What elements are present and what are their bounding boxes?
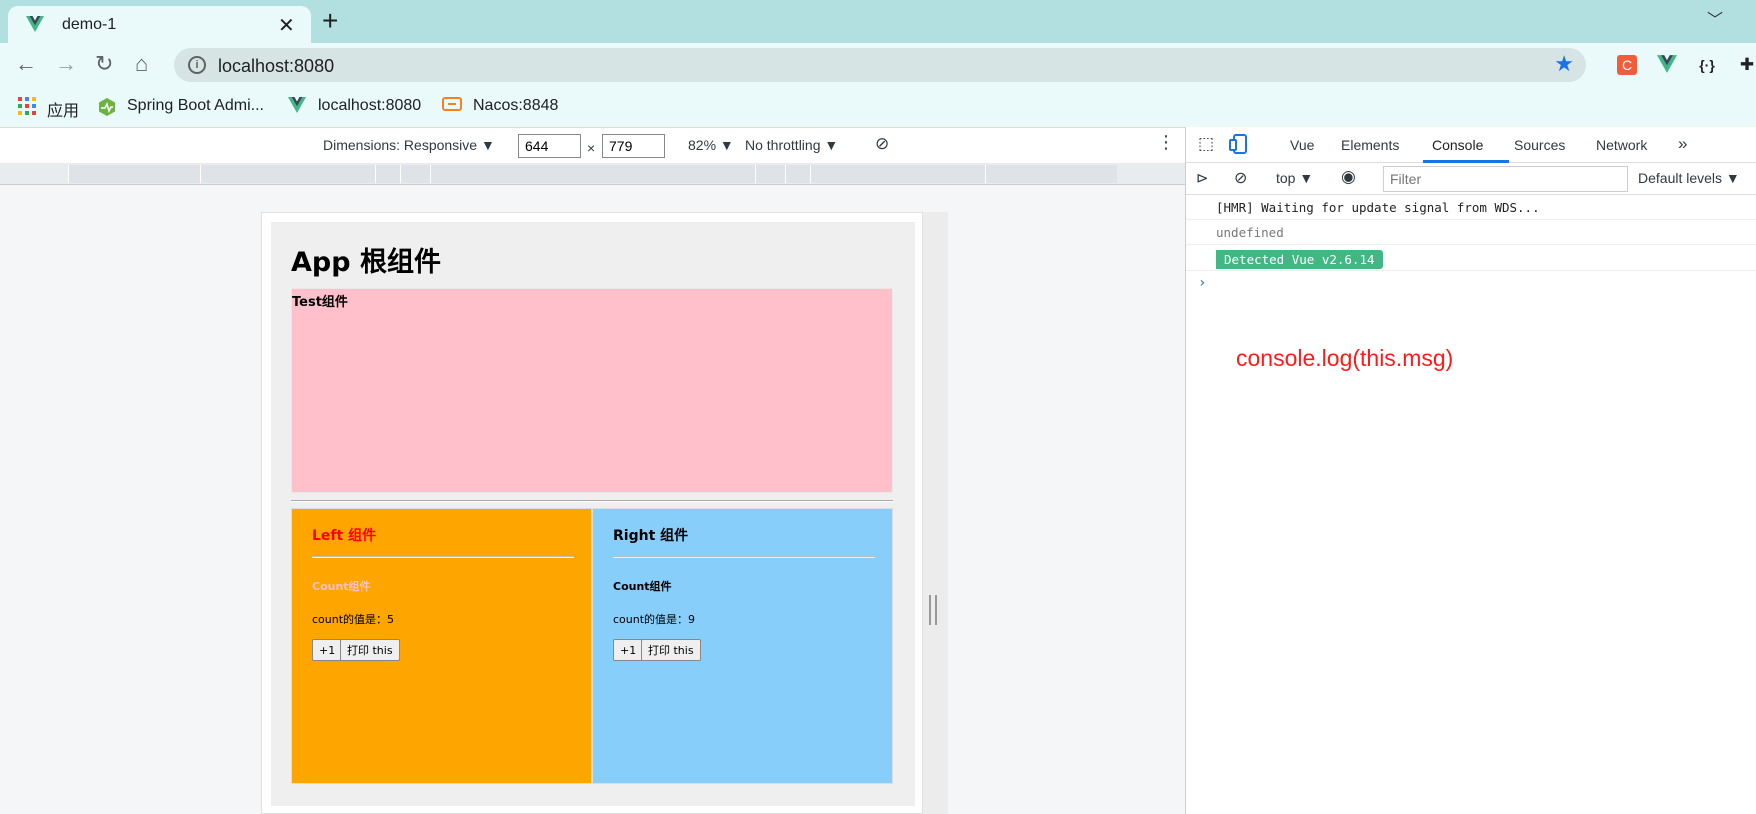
json-extension-icon[interactable]: {·}: [1697, 55, 1717, 75]
puzzle-extensions-icon[interactable]: ✚: [1737, 55, 1756, 75]
right-increment-button[interactable]: +1: [613, 639, 644, 661]
tab-sources[interactable]: Sources: [1514, 137, 1565, 153]
apps-grid-icon[interactable]: [18, 97, 38, 117]
ruler-segment[interactable]: [375, 165, 400, 183]
filter-input[interactable]: [1383, 166, 1628, 192]
right-component: Right 组件 Count组件 count的值是：9 +1 打印 this: [592, 508, 893, 784]
bookmark-nacos[interactable]: Nacos:8848: [473, 97, 558, 115]
console-line: vue-devtools Detected Vue v2.6.14: [1186, 245, 1756, 271]
tab-vue[interactable]: Vue: [1290, 137, 1314, 153]
right-count-title: Count组件: [613, 580, 672, 593]
dimensions-select[interactable]: Dimensions: Responsive ▼: [323, 137, 495, 153]
ruler-segment[interactable]: [68, 165, 200, 183]
divider: [613, 556, 875, 558]
left-component: Left 组件 Count组件 count的值是：5 +1 打印 this: [291, 508, 592, 784]
bookmarks-bar: 应用 Spring Boot Admi... localhost:8080 Na…: [0, 87, 1756, 127]
left-increment-button[interactable]: +1: [312, 639, 343, 661]
reload-icon[interactable]: ↻: [95, 51, 113, 77]
log-levels-select[interactable]: Default levels ▼: [1638, 170, 1740, 186]
console-prompt-icon[interactable]: ›: [1198, 275, 1206, 291]
tab-console[interactable]: Console: [1432, 137, 1483, 153]
app-title: App 根组件: [291, 247, 441, 278]
left-count-value: count的值是：5: [312, 613, 395, 626]
chevron-down-icon[interactable]: ﹀: [1707, 6, 1723, 30]
detected-vue-badge: Detected Vue v2.6.14: [1216, 250, 1383, 269]
nacos-icon: [442, 97, 462, 117]
annotation-text: console.log(this.msg): [1236, 345, 1454, 371]
vue-logo-icon: [26, 16, 44, 37]
ruler-segment[interactable]: [785, 165, 810, 183]
back-icon[interactable]: ←: [15, 51, 37, 77]
device-toolbar: Dimensions: Responsive ▼ × 82% ▼ No thro…: [0, 127, 1185, 163]
device-toggle-icon[interactable]: [1229, 134, 1247, 157]
info-icon[interactable]: i: [188, 56, 206, 74]
test-component: Test组件: [291, 288, 893, 493]
tab-title: demo-1: [62, 16, 117, 33]
resize-handle[interactable]: [929, 595, 937, 625]
console-toolbar: ⊳ ⊘ top ▼ ◉ Default levels ▼: [1186, 163, 1756, 195]
home-icon[interactable]: ⌂: [135, 51, 148, 77]
zoom-select[interactable]: 82% ▼: [688, 137, 734, 153]
right-print-this-button[interactable]: 打印 this: [641, 639, 701, 661]
url-text[interactable]: localhost:8080: [218, 56, 334, 77]
more-options-icon[interactable]: ⋮: [1157, 132, 1175, 153]
left-title: Left 组件: [312, 528, 377, 544]
device-side-panel: [923, 212, 948, 814]
tab-network[interactable]: Network: [1596, 137, 1647, 153]
ruler-segment[interactable]: [200, 165, 375, 183]
device-frame: App 根组件 Test组件 Left 组件 Count组件 count的值是：…: [261, 212, 923, 814]
height-input[interactable]: [602, 134, 665, 158]
times-sign: ×: [587, 140, 596, 156]
context-select[interactable]: top ▼: [1276, 170, 1313, 186]
spring-boot-admin-icon: [97, 97, 117, 117]
rotate-icon[interactable]: ⊘: [875, 134, 889, 154]
address-bar[interactable]: i localhost:8080 ★: [174, 48, 1586, 82]
divider: [291, 500, 893, 502]
right-title: Right 组件: [613, 528, 689, 544]
extension-c-icon[interactable]: C: [1617, 55, 1637, 75]
media-query-ruler[interactable]: [0, 163, 1185, 185]
console-line: undefined: [1186, 220, 1756, 245]
app-root: App 根组件 Test组件 Left 组件 Count组件 count的值是：…: [271, 222, 915, 806]
eye-icon[interactable]: ◉: [1341, 167, 1356, 187]
browser-tab[interactable]: demo-1 ✕: [8, 6, 311, 43]
bookmark-apps[interactable]: 应用: [47, 97, 79, 121]
browser-toolbar: ← → ↻ ⌂ i localhost:8080 ★ C {·} ✚: [0, 43, 1756, 87]
vue-devtools-extension-icon[interactable]: [1657, 55, 1677, 75]
tab-elements[interactable]: Elements: [1341, 137, 1399, 153]
forward-icon[interactable]: →: [55, 51, 77, 77]
vue-logo-icon: [288, 97, 308, 117]
width-input[interactable]: [518, 134, 581, 158]
bookmark-localhost[interactable]: localhost:8080: [318, 97, 421, 115]
throttling-select[interactable]: No throttling ▼: [745, 137, 838, 153]
sidebar-toggle-icon[interactable]: ⊳: [1196, 169, 1209, 187]
devtools-tabs: ⬚ Vue Elements Console Sources Network »: [1186, 127, 1756, 163]
console-line-text: undefined: [1216, 225, 1284, 240]
console-line: [HMR] Waiting for update signal from WDS…: [1186, 195, 1756, 220]
bookmark-star-icon[interactable]: ★: [1554, 51, 1574, 77]
ruler-segment[interactable]: [755, 165, 785, 183]
divider: [312, 556, 574, 558]
ruler-segment[interactable]: [810, 165, 985, 183]
close-tab-icon[interactable]: ✕: [278, 13, 295, 38]
right-count-value: count的值是：9: [613, 613, 696, 626]
ruler-segment[interactable]: [430, 165, 755, 183]
bookmark-spring-boot-admin[interactable]: Spring Boot Admi...: [127, 97, 264, 115]
left-print-this-button[interactable]: 打印 this: [340, 639, 400, 661]
device-viewport: App 根组件 Test组件 Left 组件 Count组件 count的值是：…: [0, 185, 1185, 814]
clear-console-icon[interactable]: ⊘: [1234, 168, 1247, 188]
inspect-element-icon[interactable]: ⬚: [1198, 134, 1214, 154]
new-tab-icon[interactable]: +: [322, 5, 338, 37]
more-tabs-icon[interactable]: »: [1678, 134, 1687, 154]
ruler-segment[interactable]: [985, 165, 1117, 183]
console-output: [HMR] Waiting for update signal from WDS…: [1186, 195, 1756, 814]
console-line-text: [HMR] Waiting for update signal from WDS…: [1216, 200, 1540, 215]
tab-strip: demo-1 ✕ + ﹀: [0, 0, 1756, 43]
test-component-label: Test组件: [292, 295, 348, 310]
ruler-segment[interactable]: [400, 165, 430, 183]
left-count-title: Count组件: [312, 580, 371, 593]
devtools-panel: ⬚ Vue Elements Console Sources Network »…: [1185, 127, 1756, 814]
